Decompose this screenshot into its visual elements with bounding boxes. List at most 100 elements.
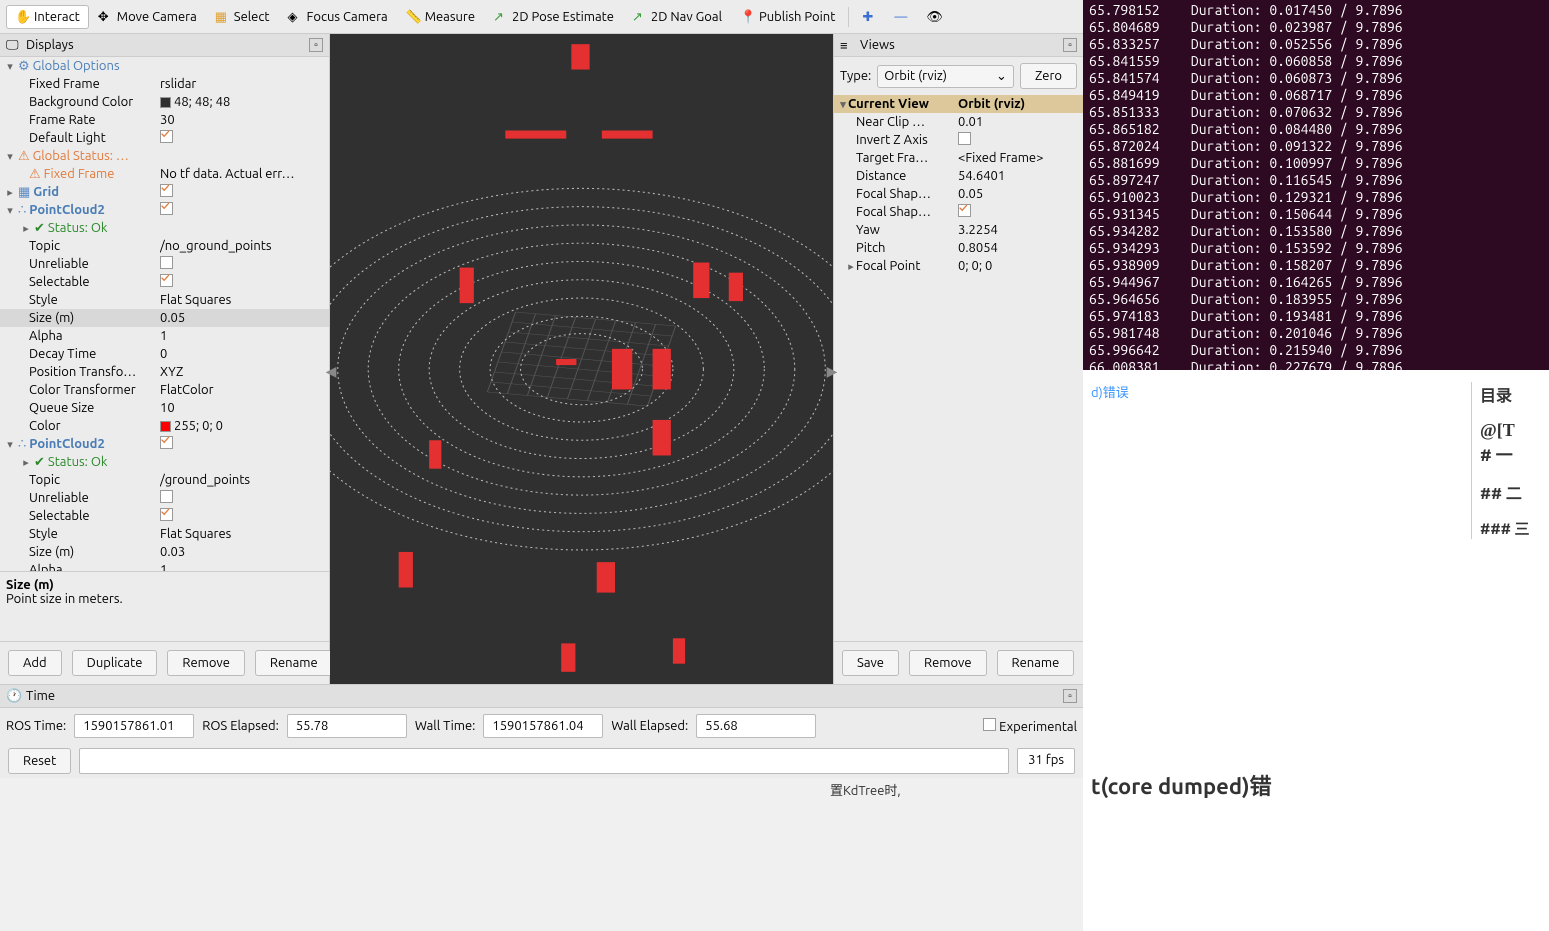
alpha2-key[interactable]: Alpha (29, 563, 63, 571)
toc-item[interactable]: ## 二 (1480, 480, 1541, 504)
rename-button[interactable]: Rename (997, 650, 1075, 676)
selectable-key[interactable]: Selectable (29, 275, 90, 289)
checkbox[interactable] (160, 202, 173, 215)
move-camera-button[interactable]: ✥Move Camera (89, 5, 206, 29)
focal-point-val[interactable]: 0; 0; 0 (954, 259, 1083, 273)
views-header[interactable]: ≡ Views ▫ (834, 34, 1083, 57)
selectable2-key[interactable]: Selectable (29, 509, 90, 523)
expand-icon[interactable]: ▸ (846, 260, 856, 273)
wall-elapsed-input[interactable] (696, 714, 816, 738)
doc-link[interactable]: d)错误 (1091, 386, 1129, 400)
add-button[interactable]: Add (8, 650, 62, 676)
collapse-icon[interactable]: ▾ (5, 438, 15, 451)
toc-item[interactable]: @[T (1480, 420, 1541, 441)
style2-key[interactable]: Style (29, 527, 58, 541)
publish-point-button[interactable]: 📍Publish Point (731, 5, 844, 29)
expand-icon[interactable]: ▸ (21, 222, 31, 235)
checkbox[interactable] (160, 184, 173, 197)
color-val[interactable]: 255; 0; 0 (174, 419, 223, 433)
time-slider[interactable] (79, 748, 1009, 774)
global-options[interactable]: Global Options (33, 59, 120, 73)
plus-button[interactable]: ✚ (853, 5, 885, 29)
size2-key[interactable]: Size (m) (29, 545, 74, 559)
pose-estimate-button[interactable]: ↗2D Pose Estimate (484, 5, 623, 29)
nav-goal-button[interactable]: ↗2D Nav Goal (623, 5, 731, 29)
expand-icon[interactable]: ▸ (21, 456, 31, 469)
color-key[interactable]: Color (29, 419, 61, 433)
collapse-icon[interactable]: ▾ (5, 204, 15, 217)
checkbox[interactable] (160, 130, 173, 143)
close-icon[interactable]: ▫ (1063, 38, 1077, 52)
focus-camera-button[interactable]: ◈Focus Camera (279, 5, 397, 29)
alpha2-val[interactable]: 1 (160, 563, 325, 571)
checkbox[interactable] (160, 490, 173, 503)
select-button[interactable]: ▦Select (206, 5, 279, 29)
displays-header[interactable]: 🖵 Displays ▫ (0, 34, 329, 57)
pos-transform-key[interactable]: Position Transfo… (29, 365, 136, 379)
view-type-select[interactable]: Orbit (rviz)⌄ (877, 65, 1014, 88)
terminal-window[interactable]: 65.798152 Duration: 0.017450 / 9.7896 65… (1083, 0, 1549, 370)
pointcloud1[interactable]: PointCloud2 (29, 203, 105, 217)
size1-val[interactable]: 0.05 (160, 311, 325, 325)
save-button[interactable]: Save (842, 650, 899, 676)
remove-button[interactable]: Remove (909, 650, 987, 676)
pitch-val[interactable]: 0.8054 (954, 241, 1083, 255)
unreliable2-key[interactable]: Unreliable (29, 491, 89, 505)
time-header[interactable]: 🕐 Time ▫ (0, 685, 1083, 708)
checkbox[interactable] (160, 508, 173, 521)
yaw-val[interactable]: 3.2254 (954, 223, 1083, 237)
ros-time-input[interactable] (74, 714, 194, 738)
style-val[interactable]: Flat Squares (160, 293, 325, 307)
experimental-checkbox[interactable] (983, 718, 996, 731)
framerate-val[interactable]: 30 (160, 113, 325, 127)
distance-val[interactable]: 54.6401 (954, 169, 1083, 183)
close-icon[interactable]: ▫ (1063, 689, 1077, 703)
panel-toggle-right[interactable]: ▶ (827, 359, 837, 383)
checkbox[interactable] (160, 436, 173, 449)
wall-time-input[interactable] (483, 714, 603, 738)
size-key[interactable]: Size (m) (29, 311, 74, 325)
style2-val[interactable]: Flat Squares (160, 527, 325, 541)
duplicate-button[interactable]: Duplicate (72, 650, 158, 676)
fixed-frame-val[interactable]: rslidar (160, 77, 325, 91)
decay-val[interactable]: 0 (160, 347, 325, 361)
color-transform-key[interactable]: Color Transformer (29, 383, 136, 397)
default-light-key[interactable]: Default Light (29, 131, 106, 145)
near-clip-key[interactable]: Near Clip … (834, 115, 954, 129)
topic1-val[interactable]: /no_ground_points (160, 239, 325, 253)
panel-toggle-left[interactable]: ◀ (326, 359, 336, 383)
global-status[interactable]: Global Status: … (33, 149, 129, 163)
collapse-icon[interactable]: ▾ (838, 98, 848, 111)
yaw-key[interactable]: Yaw (834, 223, 954, 237)
checkbox[interactable] (160, 274, 173, 287)
visibility-button[interactable]: 👁 (917, 5, 949, 29)
views-tree[interactable]: ▾Current ViewOrbit (rviz) Near Clip …0.0… (834, 95, 1083, 641)
grid[interactable]: Grid (33, 185, 59, 199)
framerate-key[interactable]: Frame Rate (29, 113, 96, 127)
expand-icon[interactable]: ▸ (5, 186, 15, 199)
interact-button[interactable]: ✋Interact (6, 5, 89, 29)
topic2-val[interactable]: /ground_points (160, 473, 325, 487)
toc-item[interactable]: ### 三 (1480, 518, 1541, 539)
remove-button[interactable]: Remove (167, 650, 245, 676)
decay-key[interactable]: Decay Time (29, 347, 96, 361)
topic2-key[interactable]: Topic (29, 473, 60, 487)
pos-transform-val[interactable]: XYZ (160, 365, 325, 379)
checkbox[interactable] (958, 132, 971, 145)
editor-window[interactable]: d)错误 目录 @[T # 一 ## 二 ### 三 t(core dumped… (1083, 370, 1549, 823)
queue-val[interactable]: 10 (160, 401, 325, 415)
distance-key[interactable]: Distance (834, 169, 954, 183)
toc-item[interactable]: # 一 (1480, 441, 1541, 466)
near-clip-val[interactable]: 0.01 (954, 115, 1083, 129)
queue-key[interactable]: Queue Size (29, 401, 94, 415)
collapse-icon[interactable]: ▾ (5, 150, 15, 163)
zero-button[interactable]: Zero (1020, 63, 1077, 89)
checkbox[interactable] (160, 256, 173, 269)
focal-shape-size-key[interactable]: Focal Shap… (834, 187, 954, 201)
alpha-key[interactable]: Alpha (29, 329, 63, 343)
unreliable-key[interactable]: Unreliable (29, 257, 89, 271)
minus-button[interactable]: — (885, 5, 917, 29)
focal-point-key[interactable]: Focal Point (856, 259, 920, 273)
reset-button[interactable]: Reset (8, 748, 71, 774)
size2-val[interactable]: 0.03 (160, 545, 325, 559)
